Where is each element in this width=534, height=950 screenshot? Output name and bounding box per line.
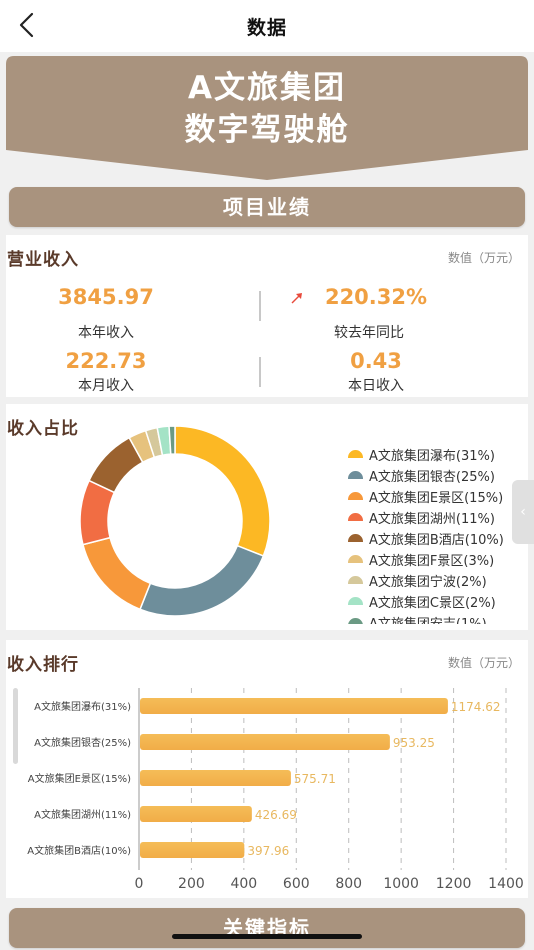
legend-color-icon <box>348 555 363 563</box>
page-title: 数据 <box>246 17 287 39</box>
bar[interactable] <box>140 698 448 714</box>
pie-slice[interactable] <box>168 425 176 455</box>
bar[interactable] <box>140 770 291 786</box>
x-tick-label: 0 <box>135 876 144 892</box>
y-category-label: A文旅集团瀑布(31%) <box>34 700 131 713</box>
legend-color-icon <box>348 513 363 521</box>
yoy-growth-value: 220.32% <box>324 285 428 309</box>
yoy-growth-label: 较去年同比 <box>334 325 404 341</box>
section-header-key-indicators: 关键指标 <box>9 908 525 948</box>
home-indicator <box>172 934 362 939</box>
bar[interactable] <box>140 806 252 822</box>
legend-label: A文旅集团银杏(25%) <box>369 470 495 485</box>
y-category-label: A文旅集团湖州(11%) <box>34 808 131 821</box>
bar[interactable] <box>140 734 390 750</box>
y-category-label: A文旅集团银杏(25%) <box>34 736 131 749</box>
legend-color-icon <box>348 576 363 584</box>
legend-color-icon <box>348 450 363 458</box>
revenue-title: 营业收入 <box>7 250 79 270</box>
side-collapse-tab[interactable]: ‹ <box>512 480 534 544</box>
legend-label: A文旅集团瀑布(31%) <box>369 449 495 464</box>
legend-label: A文旅集团安吉(1%) <box>369 613 487 624</box>
x-tick-label: 1400 <box>488 876 524 892</box>
revenue-ranking-card: 收入排行 数值（万元） 0 200 400 600 800 1000 1200 1400 A文旅… <box>6 640 528 898</box>
legend-label: A文旅集团C景区(2%) <box>369 596 496 611</box>
legend-item[interactable]: A文旅集团宁波(2%) <box>346 570 526 591</box>
x-tick-label: 800 <box>335 876 362 892</box>
legend-item[interactable]: A文旅集团安吉(1%) <box>346 612 526 624</box>
kpi-divider <box>259 291 261 321</box>
bar-value-label: 575.71 <box>294 772 336 786</box>
annual-revenue-label: 本年收入 <box>78 325 134 341</box>
legend-item[interactable]: A文旅集团银杏(25%) <box>346 465 526 486</box>
bar-value-label: 397.96 <box>247 844 289 858</box>
revenue-unit: 数值（万元） <box>447 251 520 265</box>
revenue-card: 营业收入 数值（万元） 3845.97 本年收入 220.32% 较去年同比 2… <box>6 235 528 397</box>
bar-value-label: 953.25 <box>393 736 435 750</box>
banner-subtitle: 数字驾驶舱 <box>184 112 350 148</box>
x-tick-label: 200 <box>178 876 205 892</box>
legend-label: A文旅集团宁波(2%) <box>369 575 487 590</box>
x-tick-label: 1000 <box>383 876 419 892</box>
legend-label: A文旅集团B酒店(10%) <box>369 533 504 548</box>
legend-color-icon <box>348 597 363 605</box>
x-tick-label: 600 <box>283 876 310 892</box>
legend-item[interactable]: A文旅集团F景区(3%) <box>346 549 526 570</box>
nav-bar: 数据 <box>0 0 534 52</box>
legend-item[interactable]: A文旅集团B酒店(10%) <box>346 528 526 549</box>
kpi-divider <box>259 357 261 387</box>
legend-color-icon <box>348 471 363 479</box>
banner-company-name: A文旅集团 <box>188 70 346 106</box>
section-header-performance: 项目业绩 <box>9 187 525 227</box>
revenue-share-legend[interactable]: A文旅集团瀑布(31%) A文旅集团银杏(25%) A文旅集团E景区(15%) A文旅… <box>346 444 526 624</box>
legend-label: A文旅集团湖州(11%) <box>369 512 495 527</box>
y-category-label: A文旅集团E景区(15%) <box>28 772 131 785</box>
revenue-ranking-bar-chart: 0 200 400 600 800 1000 1200 1400 A文旅集团瀑布(31%) 117… <box>27 688 524 892</box>
dashboard-banner: A文旅集团 数字驾驶舱 <box>6 56 528 180</box>
monthly-revenue-value: 222.73 <box>65 349 147 373</box>
pie-slice[interactable] <box>82 536 152 611</box>
legend-label: A文旅集团E景区(15%) <box>369 491 504 506</box>
x-tick-label: 1200 <box>436 876 472 892</box>
daily-revenue-value: 0.43 <box>350 349 402 373</box>
legend-item[interactable]: A文旅集团E景区(15%) <box>346 486 526 507</box>
y-category-label: A文旅集团B酒店(10%) <box>27 844 131 857</box>
chevron-left-icon: ‹ <box>520 504 526 520</box>
legend-color-icon <box>348 492 363 500</box>
pie-slice[interactable] <box>139 544 265 617</box>
monthly-revenue-label: 本月收入 <box>78 378 134 394</box>
revenue-share-card: 收入占比 A文旅集团瀑布(31%) A文旅集团银杏(25%) A文旅集团E景区(15… <box>6 404 528 630</box>
bar[interactable] <box>140 842 245 858</box>
legend-item[interactable]: A文旅集团C景区(2%) <box>346 591 526 612</box>
bar-value-label: 426.69 <box>255 808 297 822</box>
legend-color-icon <box>348 534 363 542</box>
annual-revenue-value: 3845.97 <box>58 285 154 309</box>
revenue-share-donut-chart <box>79 425 271 617</box>
legend-color-icon <box>348 618 363 624</box>
daily-revenue-label: 本日收入 <box>348 378 404 394</box>
pie-slice[interactable] <box>174 425 271 557</box>
bar-value-label: 1174.62 <box>451 700 501 714</box>
legend-item[interactable]: A文旅集团湖州(11%) <box>346 507 526 528</box>
legend-label: A文旅集团F景区(3%) <box>369 554 495 569</box>
x-tick-label: 400 <box>230 876 257 892</box>
legend-item[interactable]: A文旅集团瀑布(31%) <box>346 444 526 465</box>
